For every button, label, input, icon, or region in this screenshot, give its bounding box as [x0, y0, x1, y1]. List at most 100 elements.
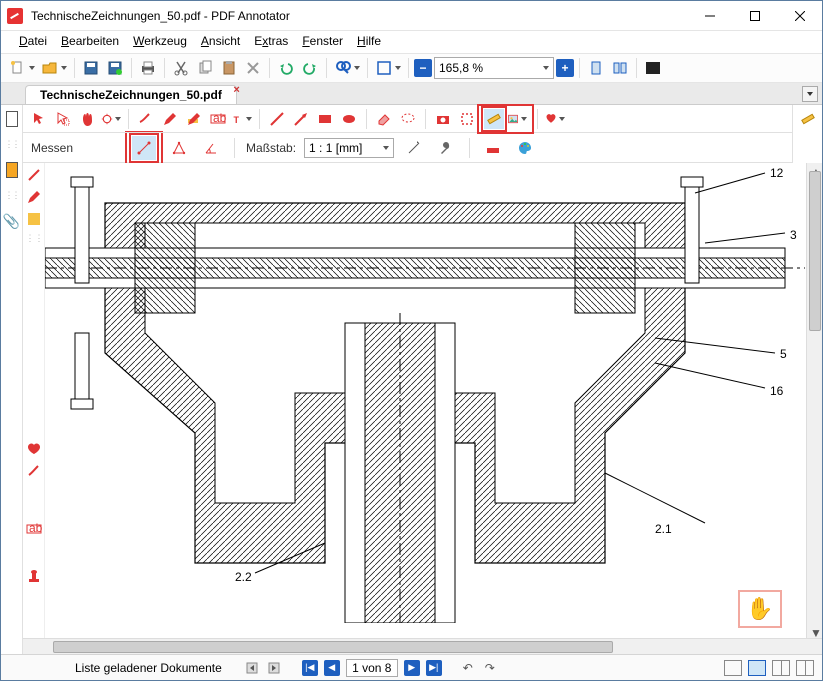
- ellipse-tool-icon[interactable]: [339, 109, 359, 129]
- delete-button[interactable]: [242, 57, 264, 79]
- new-button[interactable]: [7, 57, 37, 79]
- separator: [537, 109, 538, 129]
- lasso-tool-icon[interactable]: [398, 109, 418, 129]
- zoom-field[interactable]: 165,8 %: [434, 57, 554, 79]
- vtool-marker-icon[interactable]: [26, 189, 42, 205]
- highlighter-tool-icon[interactable]: [184, 109, 204, 129]
- pan-hand-overlay[interactable]: ✋: [738, 590, 782, 628]
- pen-tool-icon[interactable]: [136, 109, 156, 129]
- vtool-heart-icon[interactable]: [26, 441, 42, 457]
- separator: [269, 58, 270, 78]
- select-tool-icon[interactable]: [53, 109, 73, 129]
- menu-extras[interactable]: Extras: [248, 32, 294, 50]
- vertical-scrollbar[interactable]: ▲ ▼: [806, 163, 822, 638]
- menu-help[interactable]: Hilfe: [351, 32, 387, 50]
- first-page-button[interactable]: |◀: [302, 660, 318, 676]
- ruler-favorite-icon[interactable]: [798, 109, 818, 129]
- zoom-in-button[interactable]: +: [556, 59, 574, 77]
- next-doc-icon[interactable]: [266, 660, 282, 676]
- vtool-dots-icon[interactable]: ⋮⋮: [26, 233, 42, 249]
- vtool-stamp-icon[interactable]: [26, 569, 42, 585]
- vscroll-thumb[interactable]: [809, 171, 821, 331]
- separator: [367, 58, 368, 78]
- scale-settings-icon[interactable]: [402, 136, 426, 160]
- prev-doc-icon[interactable]: [244, 660, 260, 676]
- next-page-button[interactable]: ▶: [404, 660, 420, 676]
- textbox-tool-icon[interactable]: ab: [208, 109, 228, 129]
- print-button[interactable]: [137, 57, 159, 79]
- sidebar-bookmarks-icon[interactable]: [6, 162, 18, 178]
- view-two-continuous-icon[interactable]: [796, 660, 814, 676]
- page-field[interactable]: 1 von 8: [346, 659, 398, 677]
- favorite-tool-icon[interactable]: [545, 109, 565, 129]
- separator: [425, 109, 426, 129]
- highlighted-measure-group: [481, 108, 530, 130]
- sidebar-attachments-icon[interactable]: 📎: [3, 213, 20, 230]
- distance-tool-icon[interactable]: [132, 136, 156, 160]
- pan-tool-icon[interactable]: [101, 109, 121, 129]
- drawing-canvas[interactable]: 12 3 5 16 2.1 2.2 ✋: [45, 163, 806, 638]
- vtool-pen2-icon[interactable]: [26, 463, 42, 479]
- tab-menu-button[interactable]: [802, 86, 818, 102]
- layout-single-button[interactable]: [585, 57, 607, 79]
- style-palette-icon[interactable]: [513, 136, 537, 160]
- close-button[interactable]: [777, 1, 822, 30]
- text-tool-icon[interactable]: T: [232, 109, 252, 129]
- eraser-tool-icon[interactable]: [374, 109, 394, 129]
- pencil-tool-icon[interactable]: [160, 109, 180, 129]
- perimeter-tool-icon[interactable]: [167, 136, 191, 160]
- menu-view[interactable]: Ansicht: [195, 32, 246, 50]
- minimize-button[interactable]: [687, 1, 732, 30]
- sidebar-page-icon[interactable]: [6, 111, 18, 127]
- save-button[interactable]: [80, 57, 102, 79]
- menu-tool[interactable]: Werkzeug: [127, 32, 193, 50]
- view-two-page-icon[interactable]: [772, 660, 790, 676]
- pointer-tool-icon[interactable]: [29, 109, 49, 129]
- layout-two-button[interactable]: [609, 57, 631, 79]
- color-swatch-icon[interactable]: [481, 136, 505, 160]
- menu-window[interactable]: Fenster: [296, 32, 349, 50]
- menu-file[interactable]: Datei: [13, 32, 53, 50]
- rectangle-tool-icon[interactable]: [315, 109, 335, 129]
- hscroll-thumb[interactable]: [53, 641, 613, 653]
- copy-button[interactable]: [194, 57, 216, 79]
- image-tool-icon[interactable]: [507, 109, 527, 129]
- cut-button[interactable]: [170, 57, 192, 79]
- view-continuous-icon[interactable]: [748, 660, 766, 676]
- arrow-tool-icon[interactable]: [291, 109, 311, 129]
- undo-button[interactable]: [275, 57, 297, 79]
- last-page-button[interactable]: ▶|: [426, 660, 442, 676]
- zoom-mode-button[interactable]: [373, 57, 403, 79]
- tab-close-icon[interactable]: ×: [233, 84, 239, 96]
- angle-tool-icon[interactable]: [199, 136, 223, 160]
- search-button[interactable]: [332, 57, 362, 79]
- horizontal-scrollbar[interactable]: [23, 638, 822, 654]
- vtool-line-icon[interactable]: [26, 167, 42, 183]
- document-tab[interactable]: TechnischeZeichnungen_50.pdf ×: [25, 85, 237, 104]
- crop-tool-icon[interactable]: [457, 109, 477, 129]
- tabbar: TechnischeZeichnungen_50.pdf ×: [1, 83, 822, 105]
- redo-button[interactable]: [299, 57, 321, 79]
- maximize-button[interactable]: [732, 1, 777, 30]
- measure-label: Messen: [31, 141, 73, 155]
- ruler-tool-icon[interactable]: [484, 109, 504, 129]
- hand-tool-icon[interactable]: [77, 109, 97, 129]
- vtool-textbox-icon[interactable]: ab: [26, 521, 42, 537]
- fullscreen-button[interactable]: [642, 57, 664, 79]
- paste-button[interactable]: [218, 57, 240, 79]
- menu-edit[interactable]: Bearbeiten: [55, 32, 125, 50]
- view-single-icon[interactable]: [724, 660, 742, 676]
- vtool-note-icon[interactable]: [26, 211, 42, 227]
- line-tool-icon[interactable]: [267, 109, 287, 129]
- open-button[interactable]: [39, 57, 69, 79]
- nav-forward-button[interactable]: ↷: [482, 660, 498, 676]
- settings-wrench-icon[interactable]: [434, 136, 458, 160]
- camera-tool-icon[interactable]: [433, 109, 453, 129]
- save-as-button[interactable]: [104, 57, 126, 79]
- scale-field[interactable]: 1 : 1 [mm]: [304, 138, 394, 158]
- svg-text:T: T: [234, 114, 240, 124]
- nav-back-button[interactable]: ↶: [460, 660, 476, 676]
- docs-list-label[interactable]: Liste geladener Dokumente: [75, 661, 222, 675]
- zoom-out-button[interactable]: −: [414, 59, 432, 77]
- prev-page-button[interactable]: ◀: [324, 660, 340, 676]
